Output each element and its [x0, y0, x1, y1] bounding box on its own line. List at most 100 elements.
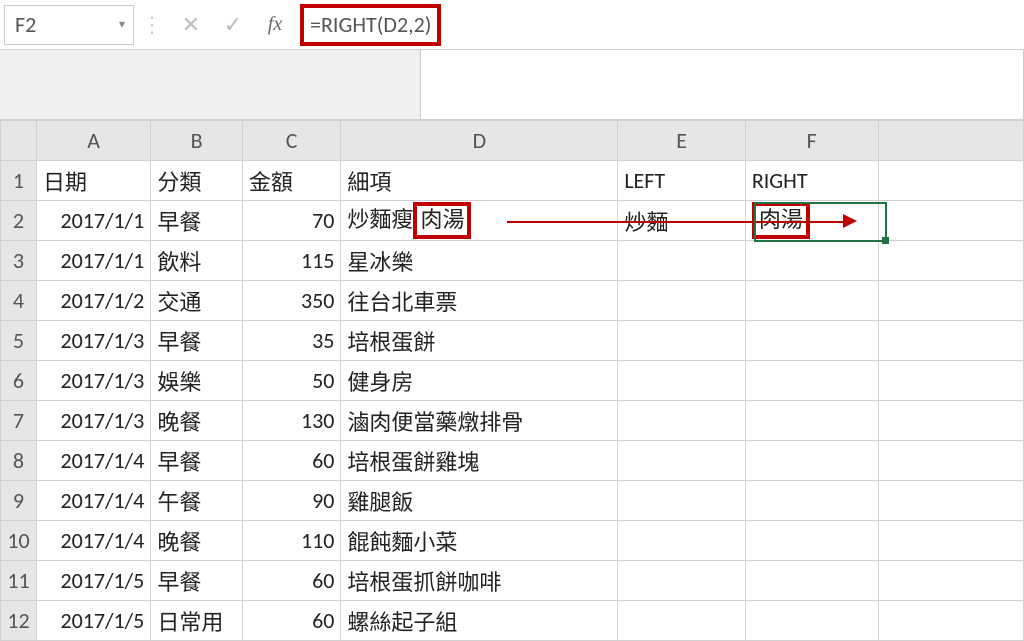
cell[interactable] — [878, 561, 1023, 601]
row-header[interactable]: 3 — [1, 241, 37, 281]
cell[interactable]: 金額 — [242, 161, 341, 201]
row-header[interactable]: 2 — [1, 201, 37, 241]
cell[interactable] — [745, 481, 878, 521]
row-header[interactable]: 6 — [1, 361, 37, 401]
cell[interactable] — [878, 601, 1023, 641]
row-header[interactable]: 8 — [1, 441, 37, 481]
cell[interactable]: 雞腿飯 — [341, 481, 618, 521]
cell[interactable]: RIGHT — [745, 161, 878, 201]
col-header-A[interactable]: A — [36, 121, 150, 161]
cell[interactable] — [618, 561, 746, 601]
cell[interactable]: 2017/1/4 — [36, 521, 150, 561]
cell[interactable]: 餛飩麵小菜 — [341, 521, 618, 561]
cell[interactable]: 2017/1/4 — [36, 441, 150, 481]
cell[interactable]: 娛樂 — [151, 361, 243, 401]
cell[interactable]: 110 — [242, 521, 341, 561]
cell[interactable]: 螺絲起子組 — [341, 601, 618, 641]
cell[interactable]: 2017/1/1 — [36, 201, 150, 241]
row-header[interactable]: 1 — [1, 161, 37, 201]
cell[interactable]: 2017/1/3 — [36, 321, 150, 361]
row-header[interactable]: 11 — [1, 561, 37, 601]
cell[interactable]: 50 — [242, 361, 341, 401]
cell[interactable] — [878, 521, 1023, 561]
cell[interactable] — [878, 361, 1023, 401]
cell[interactable]: 90 — [242, 481, 341, 521]
row-header[interactable]: 12 — [1, 601, 37, 641]
cell[interactable] — [878, 481, 1023, 521]
confirm-formula-button[interactable]: ✓ — [212, 5, 254, 45]
cell[interactable]: 2017/1/3 — [36, 401, 150, 441]
cell[interactable] — [745, 361, 878, 401]
col-header-B[interactable]: B — [151, 121, 243, 161]
cell[interactable]: 分類 — [151, 161, 243, 201]
cell[interactable] — [745, 401, 878, 441]
cell[interactable]: 2017/1/4 — [36, 481, 150, 521]
cell[interactable] — [878, 401, 1023, 441]
cell[interactable]: 晚餐 — [151, 401, 243, 441]
cell[interactable] — [878, 161, 1023, 201]
cell[interactable] — [745, 321, 878, 361]
cell[interactable] — [618, 441, 746, 481]
cell[interactable] — [618, 401, 746, 441]
cell[interactable]: 晚餐 — [151, 521, 243, 561]
cell[interactable] — [878, 201, 1023, 241]
cell[interactable]: 交通 — [151, 281, 243, 321]
cell[interactable]: 2017/1/2 — [36, 281, 150, 321]
cell[interactable] — [618, 241, 746, 281]
cell[interactable] — [878, 241, 1023, 281]
row-header[interactable]: 4 — [1, 281, 37, 321]
cell[interactable] — [618, 601, 746, 641]
cell[interactable]: 日期 — [36, 161, 150, 201]
cell[interactable]: 350 — [242, 281, 341, 321]
row-header[interactable]: 5 — [1, 321, 37, 361]
cell[interactable] — [745, 601, 878, 641]
cell[interactable] — [618, 321, 746, 361]
cell[interactable]: 早餐 — [151, 561, 243, 601]
cell[interactable] — [745, 561, 878, 601]
insert-function-button[interactable]: fx — [254, 5, 296, 45]
cell[interactable]: 130 — [242, 401, 341, 441]
cell[interactable]: 早餐 — [151, 201, 243, 241]
cell[interactable]: LEFT — [618, 161, 746, 201]
cell[interactable]: 健身房 — [341, 361, 618, 401]
cancel-formula-button[interactable]: ✕ — [170, 5, 212, 45]
cell[interactable]: 70 — [242, 201, 341, 241]
cell[interactable]: 日常用 — [151, 601, 243, 641]
formula-input[interactable]: =RIGHT(D2,2) — [296, 5, 1024, 45]
cell[interactable]: 早餐 — [151, 321, 243, 361]
col-header-E[interactable]: E — [618, 121, 746, 161]
cell[interactable] — [618, 281, 746, 321]
cell[interactable]: 2017/1/3 — [36, 361, 150, 401]
cell[interactable] — [745, 521, 878, 561]
cell[interactable]: 115 — [242, 241, 341, 281]
cell[interactable]: 滷肉便當藥燉排骨 — [341, 401, 618, 441]
cell[interactable] — [618, 361, 746, 401]
cell[interactable] — [745, 281, 878, 321]
col-header-F[interactable]: F — [745, 121, 878, 161]
name-box[interactable]: F2 ▾ — [4, 5, 134, 45]
cell[interactable]: 60 — [242, 561, 341, 601]
cell[interactable]: 細項 — [341, 161, 618, 201]
cell[interactable]: 往台北車票 — [341, 281, 618, 321]
col-header-D[interactable]: D — [341, 121, 618, 161]
cell[interactable]: 2017/1/5 — [36, 601, 150, 641]
cell[interactable] — [618, 521, 746, 561]
cell[interactable]: 午餐 — [151, 481, 243, 521]
cell[interactable] — [745, 241, 878, 281]
cell[interactable]: 培根蛋抓餅咖啡 — [341, 561, 618, 601]
cell[interactable]: 早餐 — [151, 441, 243, 481]
cell[interactable] — [745, 441, 878, 481]
cell[interactable]: 星冰樂 — [341, 241, 618, 281]
select-all-corner[interactable] — [1, 121, 37, 161]
cell[interactable]: 培根蛋餅 — [341, 321, 618, 361]
cell[interactable]: 2017/1/5 — [36, 561, 150, 601]
row-header[interactable]: 10 — [1, 521, 37, 561]
col-header-G[interactable] — [878, 121, 1023, 161]
col-header-C[interactable]: C — [242, 121, 341, 161]
cell[interactable]: 60 — [242, 441, 341, 481]
spreadsheet[interactable]: A B C D E F 1 日期 分類 金額 細項 LEFT RIGHT 2 2… — [0, 120, 1024, 641]
cell[interactable] — [618, 481, 746, 521]
cell[interactable]: 2017/1/1 — [36, 241, 150, 281]
cell[interactable]: 飲料 — [151, 241, 243, 281]
cell[interactable]: 60 — [242, 601, 341, 641]
